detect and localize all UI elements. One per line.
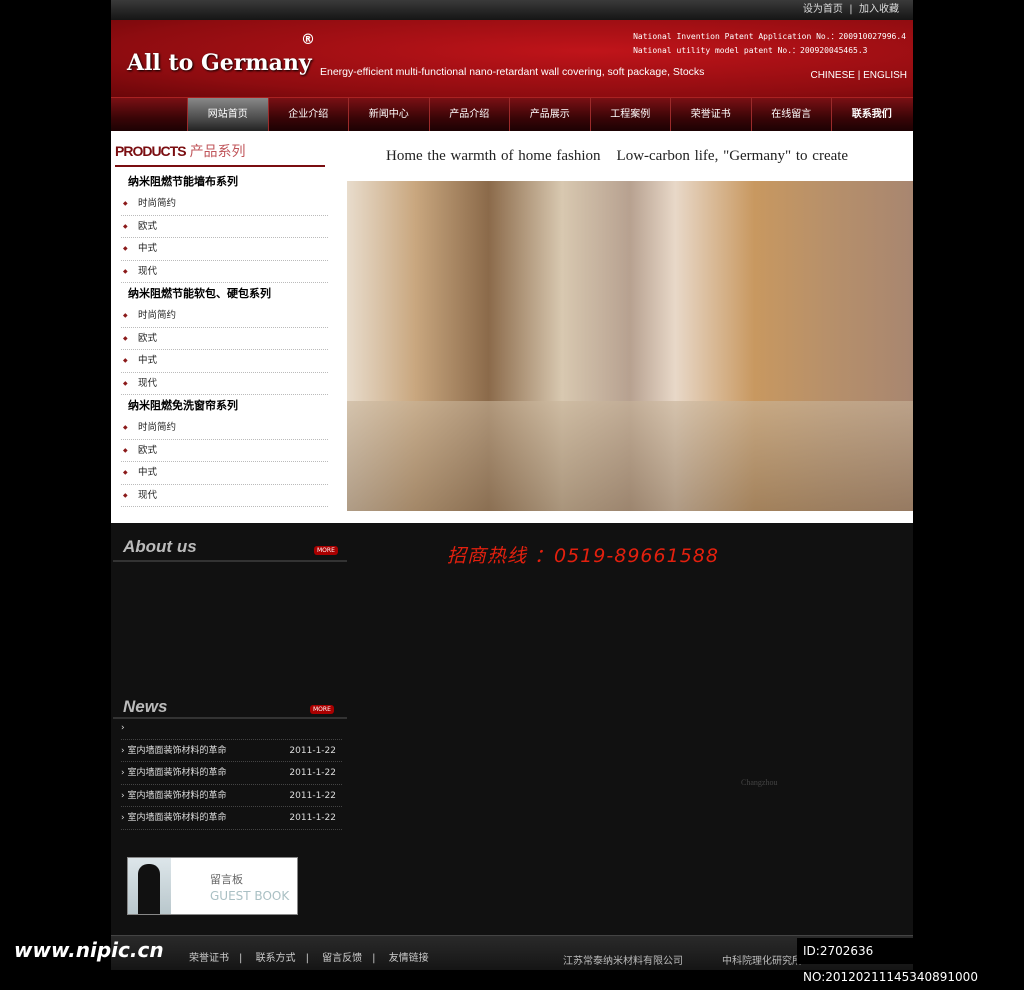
nav-home[interactable]: 网站首页	[187, 98, 268, 131]
news-date: 2011-1-22	[289, 768, 336, 778]
tagline-2: Low-carbon life, "Germany" to create	[616, 148, 849, 164]
category-item[interactable]: 现代	[121, 373, 328, 395]
news-item[interactable]: › 室内墙面装饰材料的革命 2011-1-22	[121, 807, 342, 830]
category-item[interactable]: 现代	[121, 485, 328, 507]
slogan: Energy-efficient multi-functional nano-r…	[320, 66, 705, 78]
news-list: › › 室内墙面装饰材料的革命 2011-1-22 › 室内墙面装饰材料的革命 20…	[121, 717, 342, 830]
set-homepage-link[interactable]: 设为首页	[803, 4, 843, 15]
receptionist-image	[128, 858, 171, 914]
product-categories: 纳米阻燃节能墙布系列 时尚简约 欧式 中式 现代 纳米阻燃节能软包、硬包系列 时…	[121, 171, 328, 507]
tagline-1: Home the warmth of home fashion	[386, 148, 601, 164]
about-more-button[interactable]: MORE	[314, 546, 338, 555]
about-title: About us	[123, 537, 197, 556]
news-title: News	[123, 697, 168, 716]
guestbook-banner[interactable]: 留言板 GUEST BOOK	[127, 857, 298, 915]
page: 设为首页 | 加入收藏 All to Germany ® Energy-effi…	[111, 0, 913, 970]
news-title: ›	[121, 723, 125, 733]
content-panel: PRODUCTS产品系列 纳米阻燃节能墙布系列 时尚简约 欧式 中式 现代 纳米…	[111, 131, 913, 523]
category-item[interactable]: 时尚简约	[121, 417, 328, 440]
language-switch[interactable]: CHINESE | ENGLISH	[810, 70, 907, 81]
city-label: Changzhou	[741, 778, 778, 787]
news-item[interactable]: ›	[121, 717, 342, 740]
news-date: 2011-1-22	[289, 790, 336, 801]
person-figure	[138, 864, 160, 914]
interior-banner-image	[347, 181, 913, 511]
news-title: › 室内墙面装饰材料的革命	[121, 790, 227, 801]
hotline: 招商热线 ：0519-89661588	[447, 545, 719, 567]
news-item[interactable]: › 室内墙面装饰材料的革命 2011-1-22	[121, 740, 342, 762]
category-item[interactable]: 中式	[121, 350, 328, 373]
company-name: 江苏常泰纳米材料有限公司	[563, 956, 683, 967]
nav-cases[interactable]: 工程案例	[589, 98, 671, 131]
nav-about[interactable]: 企业介绍	[267, 98, 349, 131]
news-more-button[interactable]: MORE	[310, 705, 334, 714]
news-date: 2011-1-22	[289, 813, 336, 823]
logo[interactable]: All to Germany	[127, 50, 312, 76]
nav-message[interactable]: 在线留言	[750, 98, 832, 131]
watermark-id: ID:2702636 NO:20120211145340891000	[797, 938, 1024, 984]
nav-contact[interactable]: 联系我们	[831, 98, 912, 131]
nav-honors[interactable]: 荣誉证书	[670, 98, 751, 131]
nav-news[interactable]: 新闻中心	[348, 98, 429, 131]
separator: |	[849, 4, 853, 15]
main-nav: 网站首页 企业介绍 新闻中心 产品介绍 产品展示 工程案例 荣誉证书 在线留言 …	[111, 97, 913, 131]
footer: 荣誉证书 | 联系方式 | 留言反馈 | 友情链接 江苏常泰纳米材料有限公司 中科院理…	[111, 935, 913, 970]
patent-info: National Invention Patent Application No…	[633, 30, 906, 58]
category-item[interactable]: 欧式	[121, 328, 328, 350]
registered-mark: ®	[301, 32, 315, 48]
category-item[interactable]: 欧式	[121, 216, 328, 238]
footer-link-contact[interactable]: 联系方式	[256, 953, 296, 964]
category-title[interactable]: 纳米阻燃节能墙布系列	[121, 171, 328, 193]
footer-links: 荣誉证书 | 联系方式 | 留言反馈 | 友情链接	[189, 953, 429, 964]
category-item[interactable]: 欧式	[121, 440, 328, 462]
category-title[interactable]: 纳米阻燃免洗窗帘系列	[121, 395, 328, 417]
watermark-site: www.nipic.cn	[14, 938, 164, 962]
guestbook-cn: 留言板	[210, 873, 243, 886]
category-item[interactable]: 中式	[121, 238, 328, 261]
news-title: › 室内墙面装饰材料的革命	[121, 745, 227, 756]
news-title: › 室内墙面装饰材料的革命	[121, 768, 227, 778]
institute-name: 中科院理化研究所	[722, 956, 802, 967]
news-item[interactable]: › 室内墙面装饰材料的革命 2011-1-22	[121, 762, 342, 785]
products-title-cn: 产品系列	[189, 144, 246, 160]
header: All to Germany ® Energy-efficient multi-…	[111, 20, 913, 97]
footer-link-feedback[interactable]: 留言反馈	[322, 953, 362, 964]
floor-shade	[347, 401, 913, 511]
bookmark-link[interactable]: 加入收藏	[859, 4, 899, 15]
news-title: › 室内墙面装饰材料的革命	[121, 813, 227, 823]
footer-link-honors[interactable]: 荣誉证书	[189, 953, 229, 964]
patent-invention: National Invention Patent Application No…	[633, 32, 906, 41]
category-item[interactable]: 时尚简约	[121, 193, 328, 216]
divider	[113, 560, 347, 562]
top-bar: 设为首页 | 加入收藏	[111, 0, 913, 20]
guestbook-en: GUEST BOOK	[210, 889, 290, 903]
category-item[interactable]: 时尚简约	[121, 305, 328, 328]
footer-link-friends[interactable]: 友情链接	[389, 953, 429, 964]
banner-tagline: Home the warmth of home fashion Low-carbo…	[386, 148, 848, 165]
news-date: 2011-1-22	[289, 745, 336, 756]
nav-products[interactable]: 产品介绍	[428, 98, 510, 131]
patent-utility: National utility model patent No.：200920…	[633, 46, 868, 55]
news-item[interactable]: › 室内墙面装饰材料的革命 2011-1-22	[121, 785, 342, 807]
products-title-en: PRODUCTS	[115, 143, 187, 159]
category-item[interactable]: 现代	[121, 261, 328, 283]
category-title[interactable]: 纳米阻燃节能软包、硬包系列	[121, 283, 328, 305]
nav-showcase[interactable]: 产品展示	[509, 98, 590, 131]
category-item[interactable]: 中式	[121, 462, 328, 485]
products-heading: PRODUCTS 产品系列	[115, 141, 325, 167]
